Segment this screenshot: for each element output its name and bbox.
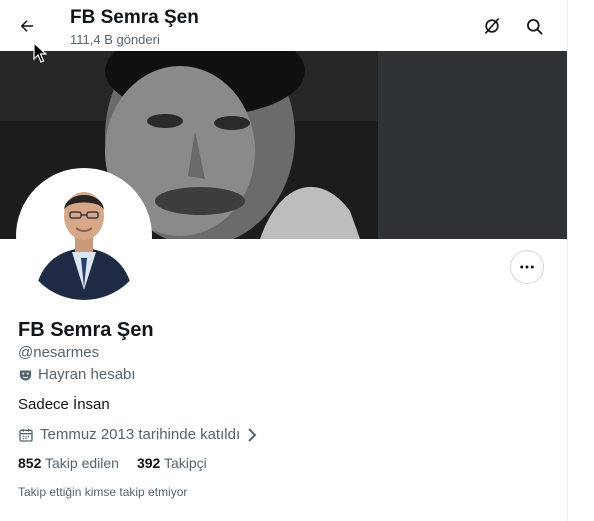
display-name: FB Semra Şen bbox=[18, 319, 154, 341]
mouse-cursor-icon bbox=[33, 42, 47, 63]
calendar-icon bbox=[19, 429, 33, 442]
joined-text: Temmuz 2013 tarihinde katıldı bbox=[40, 426, 241, 443]
grok-icon bbox=[484, 17, 500, 35]
header-name: FB Semra Şen bbox=[70, 7, 199, 28]
post-count: 111,4 B gönderi bbox=[70, 32, 160, 47]
following-link[interactable]: 852 Takip edilen bbox=[18, 455, 119, 472]
joined-date[interactable]: Temmuz 2013 tarihinde katıldı bbox=[18, 426, 258, 444]
following-label: Takip edilen bbox=[45, 455, 119, 471]
fan-label-text: Hayran hesabı bbox=[38, 366, 136, 383]
followers-link[interactable]: 392 Takipçi bbox=[137, 455, 207, 472]
chevron-right-icon bbox=[248, 428, 257, 442]
back-arrow-icon bbox=[20, 20, 33, 32]
followers-count: 392 bbox=[136, 455, 161, 471]
following-count: 852 bbox=[18, 455, 42, 471]
avatar[interactable] bbox=[20, 172, 148, 300]
search-button[interactable] bbox=[517, 9, 551, 43]
search-icon bbox=[526, 18, 542, 34]
followers-label: Takipçi bbox=[163, 455, 207, 471]
handle: @nesarmes bbox=[18, 344, 100, 361]
more-icon bbox=[520, 265, 534, 269]
follow-stats: 852 Takip edilen 392 Takipçi bbox=[18, 455, 207, 472]
fan-account-label: Hayran hesabı bbox=[18, 366, 136, 384]
mutual-followers-note: Takip ettiğin kimse takip etmiyor bbox=[18, 485, 188, 499]
profile-page: FB Semra Şen 111,4 B gönderi FB Semra Şe… bbox=[0, 0, 568, 521]
bio: Sadece İnsan bbox=[18, 396, 110, 413]
more-button[interactable] bbox=[510, 250, 544, 284]
back-button[interactable] bbox=[10, 9, 44, 43]
theater-mask-icon bbox=[19, 370, 32, 380]
banner-background bbox=[378, 51, 567, 239]
top-bar: FB Semra Şen 111,4 B gönderi bbox=[0, 0, 567, 51]
grok-button[interactable] bbox=[475, 9, 509, 43]
